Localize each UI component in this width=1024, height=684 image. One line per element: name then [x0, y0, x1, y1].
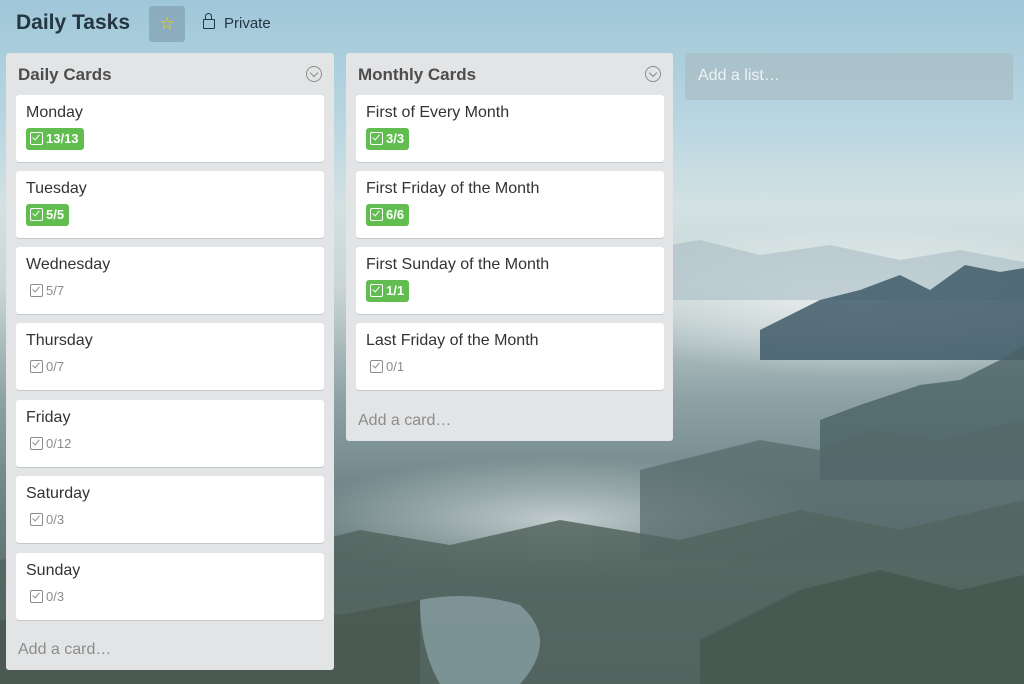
visibility-button[interactable]: Private — [203, 13, 271, 32]
checklist-count: 5/5 — [46, 207, 65, 222]
card[interactable]: Friday 0/12 — [16, 400, 324, 467]
list-title[interactable]: Monthly Cards — [358, 65, 476, 85]
checklist-icon — [30, 590, 43, 603]
card-title: Thursday — [26, 332, 93, 349]
checklist-badge: 0/3 — [26, 586, 69, 608]
card-title: First Friday of the Month — [366, 180, 540, 197]
add-card-button[interactable]: Add a card… — [18, 641, 111, 659]
checklist-icon — [370, 132, 383, 145]
checklist-badge: 0/7 — [26, 356, 69, 378]
board-title[interactable]: Daily Tasks — [16, 11, 130, 35]
checklist-icon — [30, 284, 43, 297]
card[interactable]: Saturday 0/3 — [16, 476, 324, 543]
checklist-icon — [30, 360, 43, 373]
card[interactable]: Monday 13/13 — [16, 95, 324, 162]
checklist-icon — [30, 208, 43, 221]
card-title: First Sunday of the Month — [366, 256, 550, 273]
card-title: Wednesday — [26, 256, 111, 273]
card-title: Last Friday of the Month — [366, 332, 539, 349]
checklist-icon — [30, 513, 43, 526]
list-menu-icon[interactable] — [645, 66, 661, 82]
checklist-icon — [370, 208, 383, 221]
checklist-count: 6/6 — [386, 207, 405, 222]
checklist-icon — [30, 132, 43, 145]
checklist-badge: 6/6 — [366, 204, 410, 226]
checklist-count: 13/13 — [46, 131, 79, 146]
card-title: Sunday — [26, 562, 81, 579]
checklist-count: 0/7 — [46, 359, 65, 374]
checklist-badge: 13/13 — [26, 128, 84, 150]
add-card-button[interactable]: Add a card… — [358, 412, 451, 430]
card-title: First of Every Month — [366, 104, 510, 121]
card[interactable]: Thursday 0/7 — [16, 323, 324, 390]
lock-icon — [203, 13, 215, 29]
card[interactable]: Sunday 0/3 — [16, 553, 324, 620]
checklist-count: 5/7 — [46, 283, 65, 298]
list-daily-cards: Daily Cards Monday 13/13 Tuesday 5/5 Wed… — [6, 53, 334, 670]
star-icon: ☆ — [159, 14, 175, 33]
card[interactable]: First Sunday of the Month 1/1 — [356, 247, 664, 314]
checklist-count: 1/1 — [386, 283, 405, 298]
card[interactable]: Last Friday of the Month 0/1 — [356, 323, 664, 390]
checklist-badge: 5/7 — [26, 280, 69, 302]
checklist-count: 3/3 — [386, 131, 405, 146]
checklist-count: 0/3 — [46, 589, 65, 604]
checklist-badge: 5/5 — [26, 204, 70, 226]
star-button[interactable]: ☆ — [149, 6, 185, 42]
card[interactable]: First Friday of the Month 6/6 — [356, 171, 664, 238]
checklist-badge: 0/3 — [26, 509, 69, 531]
checklist-icon — [370, 284, 383, 297]
checklist-badge: 0/1 — [366, 356, 409, 378]
board-header: Daily Tasks ☆ Private — [0, 0, 1024, 48]
checklist-badge: 3/3 — [366, 128, 410, 150]
card[interactable]: Wednesday 5/7 — [16, 247, 324, 314]
checklist-badge: 0/12 — [26, 433, 76, 455]
list-title[interactable]: Daily Cards — [18, 65, 112, 85]
checklist-icon — [30, 437, 43, 450]
card-title: Tuesday — [26, 180, 87, 197]
card-title: Saturday — [26, 485, 91, 502]
card[interactable]: Tuesday 5/5 — [16, 171, 324, 238]
add-list-label: Add a list… — [698, 67, 780, 84]
list-monthly-cards: Monthly Cards First of Every Month 3/3 F… — [346, 53, 673, 441]
list-menu-icon[interactable] — [306, 66, 322, 82]
checklist-icon — [370, 360, 383, 373]
checklist-count: 0/3 — [46, 512, 65, 527]
card-title: Friday — [26, 409, 71, 426]
card-title: Monday — [26, 104, 83, 121]
visibility-label: Private — [224, 15, 271, 32]
checklist-badge: 1/1 — [366, 280, 410, 302]
checklist-count: 0/12 — [46, 436, 72, 451]
card[interactable]: First of Every Month 3/3 — [356, 95, 664, 162]
checklist-count: 0/1 — [386, 359, 405, 374]
add-list-button[interactable]: Add a list… — [685, 53, 1013, 100]
